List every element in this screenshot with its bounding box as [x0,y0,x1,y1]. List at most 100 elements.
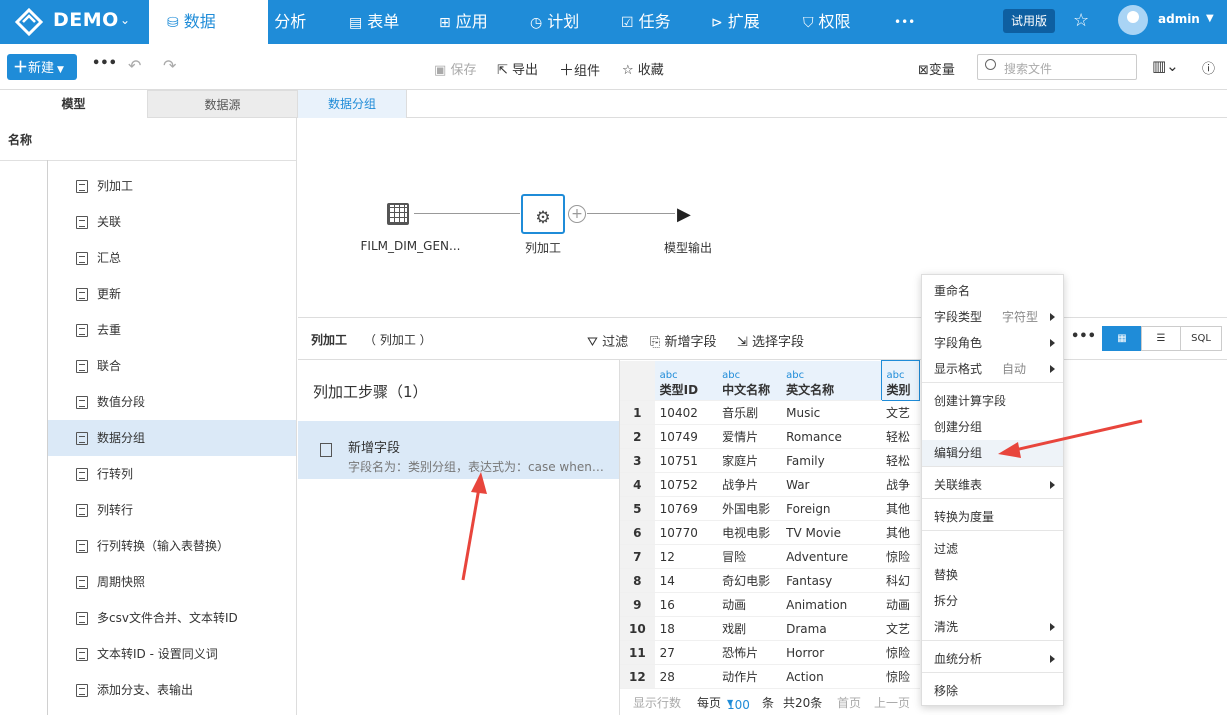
table-cell[interactable]: 恐怖片 [717,640,782,665]
undo-icon[interactable]: ↶ [128,56,141,75]
table-cell[interactable]: 电视电影 [717,520,782,545]
table-cell[interactable]: 惊险 [881,544,920,569]
table-cell[interactable]: Animation [781,592,882,617]
table-icon[interactable] [387,203,409,225]
more-button[interactable]: ••• [92,56,117,71]
table-cell[interactable]: 文艺 [881,400,920,425]
menu-item-field-role[interactable]: 字段角色 [922,330,1063,356]
table-cell[interactable]: Drama [781,616,882,641]
table-cell[interactable]: 其他 [881,496,920,521]
sql-view-button[interactable]: SQL [1180,326,1222,351]
nav-task[interactable]: ☑ 任务 [621,0,671,44]
variable-button[interactable]: ⊠变量 [918,59,955,78]
menu-item-filter[interactable]: 过滤 [922,536,1063,562]
export-button[interactable]: ⇱ 导出 [497,59,538,78]
nav-extension[interactable]: ⊳ 扩展 [711,0,760,44]
table-cell[interactable]: 家庭片 [717,448,782,473]
table-cell[interactable]: 惊险 [881,664,920,689]
table-row[interactable]: 1 10402 音乐剧 Music 文艺 [620,400,920,425]
table-cell[interactable]: 战争 [881,472,920,497]
table-row[interactable]: 6 10770 电视电影 TV Movie 其他 [620,520,920,545]
step-item[interactable]: 新增字段 字段名为：类别分组，表达式为：case when ... [298,421,619,479]
trial-badge[interactable]: 试用版 [1003,9,1055,33]
table-row[interactable]: 5 10769 外国电影 Foreign 其他 [620,496,920,521]
tree-node[interactable]: 行列转换（输入表替换） [48,528,296,564]
table-cell[interactable]: 奇幻电影 [717,568,782,593]
tree-node[interactable]: 去重 [48,312,296,348]
nav-more-button[interactable]: ••• [894,0,915,44]
table-cell[interactable]: 战争片 [717,472,782,497]
menu-item-create-calc-field[interactable]: 创建计算字段 [922,388,1063,414]
table-row[interactable]: 4 10752 战争片 War 战争 [620,472,920,497]
table-cell[interactable]: 科幻 [881,568,920,593]
nav-apps[interactable]: ⊞ 应用 [439,0,488,44]
table-cell[interactable]: 14 [654,568,718,593]
table-cell[interactable]: 10752 [654,472,718,497]
tree-node[interactable]: 更新 [48,276,296,312]
node-name-field[interactable]: （ 列加工 ） [364,331,432,348]
table-cell[interactable]: 其他 [881,520,920,545]
nav-form[interactable]: ▤ 表单 [349,0,399,44]
table-cell[interactable]: Music [781,400,882,425]
layout-icon[interactable]: ▥⌄ [1152,57,1179,75]
table-cell[interactable]: War [781,472,882,497]
table-row[interactable]: 7 12 冒险 Adventure 惊险 [620,544,920,569]
menu-item-field-type[interactable]: 字段类型 字符型 [922,304,1063,330]
chevron-down-icon[interactable]: ▼ [1206,13,1214,24]
table-cell[interactable]: 10749 [654,424,718,449]
column-header[interactable]: abc 类型ID [654,360,718,401]
first-page-button[interactable]: 首页 [837,694,861,711]
star-icon[interactable]: ☆ [1073,10,1089,31]
table-cell[interactable]: 10770 [654,520,718,545]
menu-item-create-group[interactable]: 创建分组 [922,414,1063,440]
table-cell[interactable]: 文艺 [881,616,920,641]
brand-name[interactable]: DEMO [53,9,119,31]
table-cell[interactable]: 28 [654,664,718,689]
table-row[interactable]: 2 10749 爱情片 Romance 轻松 [620,424,920,449]
more-button[interactable]: ••• [1071,329,1096,344]
menu-item-edit-group[interactable]: 编辑分组 [922,440,1063,466]
table-cell[interactable]: 18 [654,616,718,641]
menu-item-rename[interactable]: 重命名 [922,278,1063,304]
menu-item-remove[interactable]: 移除 [922,678,1063,704]
tab-model[interactable]: 模型 [0,90,147,118]
menu-item-link-dimension[interactable]: 关联维表 [922,472,1063,498]
nav-analysis[interactable]: ▥ 分析 [256,0,306,44]
tree-node[interactable]: 列加工 [48,168,296,204]
column-header[interactable]: abc 中文名称 [717,360,782,401]
table-cell[interactable]: 16 [654,592,718,617]
menu-item-clean[interactable]: 清洗 [922,614,1063,640]
table-cell[interactable]: 27 [654,640,718,665]
table-row[interactable]: 8 14 奇幻电影 Fantasy 科幻 [620,568,920,593]
output-icon[interactable]: ▶ [677,204,691,225]
table-cell[interactable]: Family [781,448,882,473]
table-cell[interactable]: Horror [781,640,882,665]
menu-item-replace[interactable]: 替换 [922,562,1063,588]
avatar[interactable] [1118,5,1148,35]
nav-data[interactable]: ⛁ 数据 [149,0,268,44]
column-header-selected[interactable]: abc 类别 [880,360,920,401]
select-field-button[interactable]: ⇲ 选择字段 [737,331,804,350]
table-cell[interactable]: 冒险 [717,544,782,569]
table-cell[interactable]: 动画 [717,592,782,617]
tree-node[interactable]: 联合 [48,348,296,384]
prev-page-button[interactable]: 上一页 [874,694,910,711]
tree-node[interactable]: 行转列 [48,456,296,492]
menu-item-lineage-analysis[interactable]: 血统分析 [922,646,1063,672]
table-row[interactable]: 10 18 戏剧 Drama 文艺 [620,616,920,641]
info-icon[interactable]: ⓘ [1202,58,1215,77]
process-node[interactable]: ⚙ [521,194,565,234]
table-row[interactable]: 9 16 动画 Animation 动画 [620,592,920,617]
tree-node[interactable]: 添加分支、表输出 [48,672,296,708]
filter-button[interactable]: ⛛ 过滤 [587,331,628,350]
add-field-button[interactable]: ⎘ 新增字段 [650,331,717,350]
tree-node[interactable]: 列转行 [48,492,296,528]
save-button[interactable]: ▣ 保存 [434,59,476,78]
search-input[interactable]: 搜索文件 [977,54,1137,80]
tree-node[interactable]: 周期快照 [48,564,296,600]
tree-node[interactable]: 数据分组 [48,420,296,456]
table-cell[interactable]: 10751 [654,448,718,473]
column-header[interactable]: abc 英文名称 [781,360,882,401]
nav-schedule[interactable]: ◷ 计划 [530,0,579,44]
table-cell[interactable]: 动画 [881,592,920,617]
